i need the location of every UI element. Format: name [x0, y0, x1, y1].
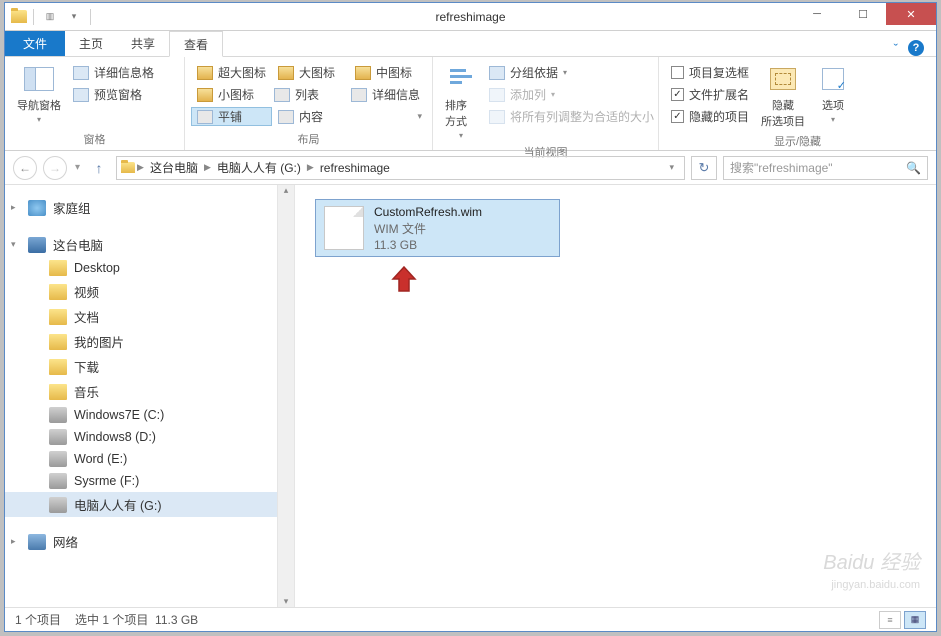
file-icon — [324, 206, 364, 250]
tree-item[interactable]: 文档 — [5, 304, 294, 329]
options-button[interactable]: 选项 ▾ — [811, 61, 855, 131]
tree-network[interactable]: ▸网络 — [5, 529, 294, 554]
layout-content[interactable]: 内容 — [272, 107, 353, 126]
app-icon — [11, 10, 27, 23]
ribbon-tabs: 文件 主页 共享 查看 ˇ ? — [5, 31, 936, 57]
layout-list[interactable]: 列表 — [268, 85, 345, 104]
layout-details[interactable]: 详细信息 — [345, 85, 426, 104]
chk-hidden-items[interactable]: ✓隐藏的项目 — [665, 107, 755, 126]
content-area[interactable]: CustomRefresh.wim WIM 文件 11.3 GB Baidu 经… — [295, 185, 936, 607]
tree-item[interactable]: 视频 — [5, 279, 294, 304]
group-label-layout: 布局 — [191, 129, 426, 150]
chk-item-checkboxes[interactable]: 项目复选框 — [665, 63, 755, 82]
up-button[interactable]: ↑ — [88, 157, 110, 179]
search-input[interactable]: 搜索"refreshimage" 🔍 — [723, 156, 928, 180]
group-label-showhide: 显示/隐藏 — [665, 131, 930, 152]
address-bar[interactable]: ▶ 这台电脑 ▶ 电脑人人有 (G:) ▶ refreshimage ▾ — [116, 156, 685, 180]
view-tiles-toggle[interactable]: ▦ — [904, 611, 926, 629]
tree-item[interactable]: Windows8 (D:) — [5, 426, 294, 448]
help-icon[interactable]: ? — [908, 40, 924, 56]
history-dropdown[interactable]: ▾ — [73, 162, 82, 173]
layout-tiles[interactable]: 平铺 — [191, 107, 272, 126]
file-item[interactable]: CustomRefresh.wim WIM 文件 11.3 GB — [315, 199, 560, 257]
ribbon: 导航窗格 ▾ 详细信息格 预览窗格 窗格 超大图标 大图标 中图标 — [5, 57, 936, 151]
close-button[interactable]: ✕ — [886, 3, 936, 25]
status-item-count: 1 个项目 — [15, 611, 61, 628]
sort-by-button[interactable]: 排序方式 ▾ — [439, 61, 483, 142]
refresh-button[interactable]: ↻ — [691, 156, 717, 180]
status-selected: 选中 1 个项目 11.3 GB — [75, 611, 198, 628]
nav-tree[interactable]: ▸家庭组 ▾这台电脑 Desktop 视频 文档 我的图片 下载 音乐 Wind… — [5, 185, 295, 607]
tree-scrollbar[interactable] — [277, 185, 294, 607]
file-name: CustomRefresh.wim — [374, 205, 482, 219]
tree-item[interactable]: Sysrme (F:) — [5, 470, 294, 492]
annotation-arrow-icon — [389, 265, 419, 295]
minimize-button[interactable]: ─ — [794, 3, 840, 25]
crumb-folder[interactable]: refreshimage — [316, 161, 394, 175]
explorer-window: ▥ ▾ refreshimage ─ ☐ ✕ 文件 主页 共享 查看 ˇ ? 导… — [4, 2, 937, 632]
qat-dropdown[interactable]: ▾ — [64, 7, 84, 27]
qat-properties[interactable]: ▥ — [40, 7, 60, 27]
crumb-this-pc[interactable]: 这台电脑 — [146, 159, 202, 176]
forward-button[interactable]: → — [43, 156, 67, 180]
nav-pane-button[interactable]: 导航窗格 ▾ — [11, 61, 67, 129]
group-label-panes: 窗格 — [11, 129, 178, 150]
add-columns-button: 添加列 ▾ — [483, 85, 660, 104]
layout-medium[interactable]: 中图标 — [349, 63, 426, 82]
tree-item[interactable]: Windows7E (C:) — [5, 404, 294, 426]
autosize-columns-button: 将所有列调整为合适的大小 — [483, 107, 660, 126]
tab-share[interactable]: 共享 — [117, 30, 169, 56]
address-dropdown[interactable]: ▾ — [663, 162, 680, 173]
search-icon: 🔍 — [906, 161, 921, 175]
file-size: 11.3 GB — [374, 238, 482, 252]
back-button[interactable]: ← — [13, 156, 37, 180]
titlebar: ▥ ▾ refreshimage ─ ☐ ✕ — [5, 3, 936, 31]
watermark-sub: jingyan.baidu.com — [831, 579, 920, 591]
tree-this-pc[interactable]: ▾这台电脑 — [5, 232, 294, 257]
tree-item[interactable]: 我的图片 — [5, 329, 294, 354]
maximize-button[interactable]: ☐ — [840, 3, 886, 25]
chk-file-ext[interactable]: ✓文件扩展名 — [665, 85, 755, 104]
tree-item-current-drive[interactable]: 电脑人人有 (G:) — [5, 492, 294, 517]
tree-item[interactable]: Word (E:) — [5, 448, 294, 470]
navbar: ← → ▾ ↑ ▶ 这台电脑 ▶ 电脑人人有 (G:) ▶ refreshima… — [5, 151, 936, 185]
view-details-toggle[interactable]: ≡ — [879, 611, 901, 629]
crumb-drive[interactable]: 电脑人人有 (G:) — [213, 159, 305, 176]
preview-pane-button[interactable]: 预览窗格 — [67, 85, 160, 104]
tab-view[interactable]: 查看 — [169, 31, 223, 57]
tree-item[interactable]: 音乐 — [5, 379, 294, 404]
tree-item[interactable]: 下载 — [5, 354, 294, 379]
group-by-button[interactable]: 分组依据 ▾ — [483, 63, 660, 82]
tab-home[interactable]: 主页 — [65, 30, 117, 56]
details-pane-button[interactable]: 详细信息格 — [67, 63, 160, 82]
layout-extra-large[interactable]: 超大图标 — [191, 63, 272, 82]
layout-large[interactable]: 大图标 — [272, 63, 349, 82]
tree-item[interactable]: Desktop — [5, 257, 294, 279]
file-type: WIM 文件 — [374, 220, 482, 237]
tab-file[interactable]: 文件 — [5, 30, 65, 56]
layout-small[interactable]: 小图标 — [191, 85, 268, 104]
collapse-ribbon-icon[interactable]: ˇ — [894, 41, 898, 56]
hide-selected-button[interactable]: 隐藏 所选项目 — [755, 61, 811, 131]
search-placeholder: 搜索"refreshimage" — [730, 159, 833, 176]
status-bar: 1 个项目 选中 1 个项目 11.3 GB ≡ ▦ — [5, 607, 936, 631]
watermark: Baidu 经验 — [823, 546, 920, 575]
tree-homegroup[interactable]: ▸家庭组 — [5, 195, 294, 220]
